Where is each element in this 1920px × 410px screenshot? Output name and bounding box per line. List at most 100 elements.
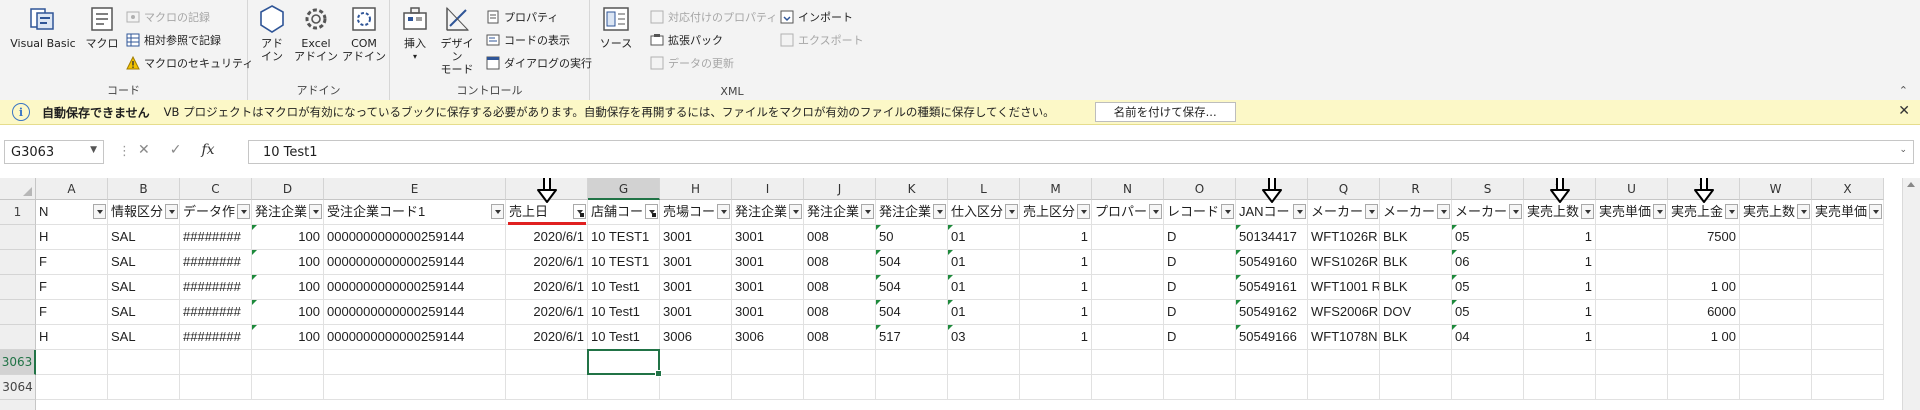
run-dialog-button[interactable]: ダイアログの実行 bbox=[486, 55, 592, 71]
table-cell[interactable] bbox=[804, 350, 876, 375]
table-cell[interactable]: WFS2006R bbox=[1308, 300, 1380, 325]
table-cell[interactable]: WFT1078N bbox=[1308, 325, 1380, 350]
table-cell[interactable] bbox=[732, 375, 804, 400]
insert-control-button[interactable]: 挿入 ▾ bbox=[398, 4, 432, 63]
table-cell[interactable] bbox=[1092, 375, 1164, 400]
refresh-data-button[interactable]: データの更新 bbox=[650, 55, 734, 71]
filter-dropdown-button[interactable] bbox=[237, 204, 250, 219]
cancel-icon[interactable]: ✕ bbox=[138, 142, 150, 158]
table-cell[interactable] bbox=[1524, 375, 1596, 400]
table-cell[interactable] bbox=[1164, 350, 1236, 375]
column-header-g[interactable]: G bbox=[588, 178, 660, 200]
table-cell[interactable]: 008 bbox=[804, 325, 876, 350]
table-cell[interactable]: 3006 bbox=[660, 325, 732, 350]
column-header-w[interactable]: W bbox=[1740, 178, 1812, 200]
table-cell[interactable]: 1 00 bbox=[1668, 275, 1740, 300]
table-cell[interactable]: D bbox=[1164, 275, 1236, 300]
table-cell[interactable]: BLK bbox=[1380, 325, 1452, 350]
table-cell[interactable] bbox=[1812, 225, 1884, 250]
header-cell[interactable]: 実売単価 bbox=[1596, 200, 1668, 225]
filter-dropdown-button[interactable] bbox=[1293, 204, 1306, 219]
header-cell[interactable]: 実売上数 bbox=[1740, 200, 1812, 225]
table-cell[interactable] bbox=[1812, 275, 1884, 300]
table-cell[interactable]: SAL bbox=[108, 250, 180, 275]
table-cell[interactable] bbox=[1092, 300, 1164, 325]
table-cell[interactable]: 100 bbox=[252, 225, 324, 250]
table-cell[interactable] bbox=[1596, 275, 1668, 300]
row-header[interactable]: 3063 bbox=[0, 350, 36, 375]
table-cell[interactable]: 100 bbox=[252, 325, 324, 350]
column-header-a[interactable]: A bbox=[36, 178, 108, 200]
filter-dropdown-button[interactable] bbox=[1221, 204, 1234, 219]
export-button[interactable]: エクスポート bbox=[780, 32, 864, 48]
table-cell[interactable]: 50134417 bbox=[1236, 225, 1308, 250]
table-cell[interactable] bbox=[1668, 350, 1740, 375]
filter-dropdown-button[interactable] bbox=[93, 204, 106, 219]
table-cell[interactable]: 04 bbox=[1452, 325, 1524, 350]
table-cell[interactable]: 100 bbox=[252, 300, 324, 325]
table-cell[interactable]: 1 bbox=[1020, 225, 1092, 250]
table-cell[interactable]: 1 bbox=[1020, 325, 1092, 350]
table-cell[interactable]: 1 bbox=[1020, 275, 1092, 300]
filter-dropdown-button[interactable] bbox=[645, 204, 658, 219]
macro-button[interactable]: マクロ bbox=[84, 4, 120, 50]
properties-button[interactable]: プロパティ bbox=[486, 9, 558, 25]
table-cell[interactable]: 504 bbox=[876, 275, 948, 300]
macro-security-button[interactable]: マクロのセキュリティ bbox=[126, 55, 253, 71]
table-cell[interactable]: BLK bbox=[1380, 225, 1452, 250]
header-cell[interactable]: 情報区分 bbox=[108, 200, 180, 225]
table-cell[interactable] bbox=[588, 375, 660, 400]
table-cell[interactable] bbox=[506, 350, 588, 375]
table-cell[interactable] bbox=[1452, 350, 1524, 375]
table-cell[interactable]: 2020/6/1 bbox=[506, 250, 588, 275]
table-cell[interactable] bbox=[1092, 250, 1164, 275]
header-cell[interactable]: 受注企業コード1 bbox=[324, 200, 506, 225]
row-header[interactable] bbox=[0, 275, 36, 300]
table-cell[interactable]: 3001 bbox=[660, 275, 732, 300]
column-header-m[interactable]: M bbox=[1020, 178, 1092, 200]
filter-dropdown-button[interactable] bbox=[1797, 204, 1810, 219]
table-cell[interactable] bbox=[506, 375, 588, 400]
header-cell[interactable]: 実売単価 bbox=[1812, 200, 1884, 225]
visual-basic-button[interactable]: Visual Basic bbox=[8, 4, 78, 50]
table-cell[interactable]: 1 bbox=[1020, 250, 1092, 275]
column-header-h[interactable]: H bbox=[660, 178, 732, 200]
table-cell[interactable]: 05 bbox=[1452, 275, 1524, 300]
header-cell[interactable]: 発注企業 bbox=[804, 200, 876, 225]
table-cell[interactable]: 10 TEST1 bbox=[588, 225, 660, 250]
table-cell[interactable]: 10 Test1 bbox=[588, 275, 660, 300]
table-cell[interactable]: 50549160 bbox=[1236, 250, 1308, 275]
table-cell[interactable]: ######## bbox=[180, 300, 252, 325]
relative-reference-button[interactable]: 相対参照で記録 bbox=[126, 32, 221, 48]
table-cell[interactable]: DOV bbox=[1380, 300, 1452, 325]
table-cell[interactable]: SAL bbox=[108, 225, 180, 250]
header-cell[interactable]: プロパー bbox=[1092, 200, 1164, 225]
table-cell[interactable] bbox=[1740, 375, 1812, 400]
table-cell[interactable] bbox=[1740, 275, 1812, 300]
column-header-c[interactable]: C bbox=[180, 178, 252, 200]
table-cell[interactable]: 0000000000000259144 bbox=[324, 275, 506, 300]
import-button[interactable]: インポート bbox=[780, 9, 853, 25]
table-cell[interactable] bbox=[1596, 350, 1668, 375]
table-cell[interactable]: 01 bbox=[948, 250, 1020, 275]
row-header[interactable] bbox=[0, 325, 36, 350]
table-cell[interactable] bbox=[1596, 250, 1668, 275]
com-addin-button[interactable]: COM アドイン bbox=[342, 4, 386, 63]
column-header-r[interactable]: R bbox=[1380, 178, 1452, 200]
table-cell[interactable]: D bbox=[1164, 300, 1236, 325]
table-cell[interactable] bbox=[1236, 375, 1308, 400]
excel-addin-button[interactable]: Excel アドイン bbox=[294, 4, 338, 63]
table-cell[interactable]: 50 bbox=[876, 225, 948, 250]
filter-dropdown-button[interactable] bbox=[861, 204, 874, 219]
table-cell[interactable]: ######## bbox=[180, 250, 252, 275]
header-cell[interactable]: 店舗コー bbox=[588, 200, 660, 225]
table-cell[interactable] bbox=[1812, 325, 1884, 350]
insert-function-icon[interactable]: fx bbox=[201, 142, 214, 158]
filter-dropdown-button[interactable] bbox=[165, 204, 178, 219]
table-cell[interactable] bbox=[1020, 350, 1092, 375]
table-cell[interactable]: D bbox=[1164, 325, 1236, 350]
scroll-up-icon[interactable] bbox=[1907, 182, 1915, 187]
table-cell[interactable]: 1 bbox=[1524, 225, 1596, 250]
table-cell[interactable]: SAL bbox=[108, 325, 180, 350]
filter-dropdown-button[interactable] bbox=[309, 204, 322, 219]
